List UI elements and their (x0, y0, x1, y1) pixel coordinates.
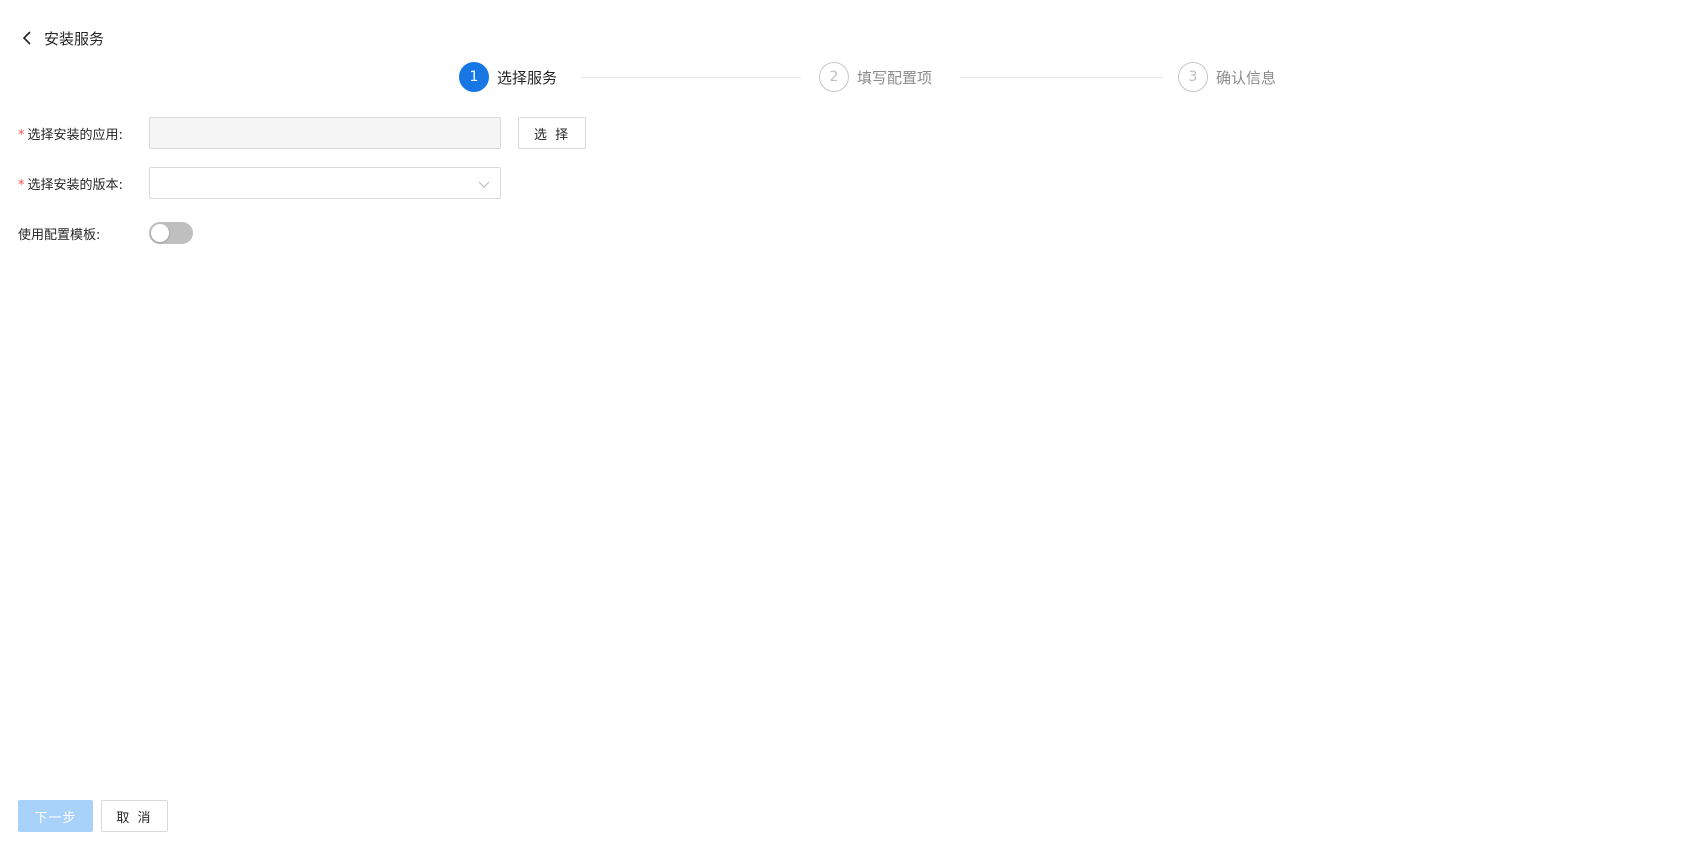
app-label: * 选择安装的应用: (18, 124, 149, 143)
form-footer: 下一步 取 消 (18, 800, 168, 832)
required-mark: * (18, 177, 25, 193)
template-label: 使用配置模板: (18, 227, 101, 243)
select-app-button[interactable]: 选 择 (518, 117, 587, 149)
install-service-page: 安装服务 1 选择服务 2 填写配置项 3 确认信息 * 选择安装的应用: 选 择… (0, 0, 1684, 844)
step-fill-config: 2 填写配置项 (819, 61, 932, 93)
switch-knob (151, 224, 169, 242)
version-select[interactable] (149, 167, 501, 199)
step-label: 选择服务 (497, 68, 558, 87)
next-step-button[interactable]: 下一步 (18, 800, 93, 832)
form-row-version: * 选择安装的版本: (18, 167, 501, 199)
steps: 1 选择服务 2 填写配置项 3 确认信息 (0, 61, 1684, 93)
step-select-service: 1 选择服务 (459, 61, 557, 93)
page-title: 安装服务 (44, 29, 105, 48)
version-label-text: 选择安装的版本: (27, 177, 123, 193)
form-row-template: 使用配置模板: (18, 222, 193, 244)
required-mark: * (18, 127, 25, 143)
step-connector (960, 77, 1163, 78)
app-input[interactable] (149, 117, 501, 149)
form-row-app: * 选择安装的应用: 选 择 (18, 117, 587, 149)
config-template-switch[interactable] (149, 222, 193, 244)
step-connector (581, 77, 801, 78)
step-label: 填写配置项 (857, 68, 933, 87)
step-confirm-info: 3 确认信息 (1178, 61, 1276, 93)
step-number: 3 (1178, 62, 1208, 92)
version-label: * 选择安装的版本: (18, 174, 149, 193)
step-number: 2 (819, 62, 849, 92)
chevron-down-icon (478, 181, 490, 188)
step-number: 1 (459, 62, 489, 92)
cancel-button[interactable]: 取 消 (101, 800, 168, 832)
step-label: 确认信息 (1216, 68, 1277, 87)
chevron-left-icon[interactable] (18, 29, 36, 47)
app-label-text: 选择安装的应用: (27, 127, 123, 143)
page-header: 安装服务 (18, 26, 104, 50)
